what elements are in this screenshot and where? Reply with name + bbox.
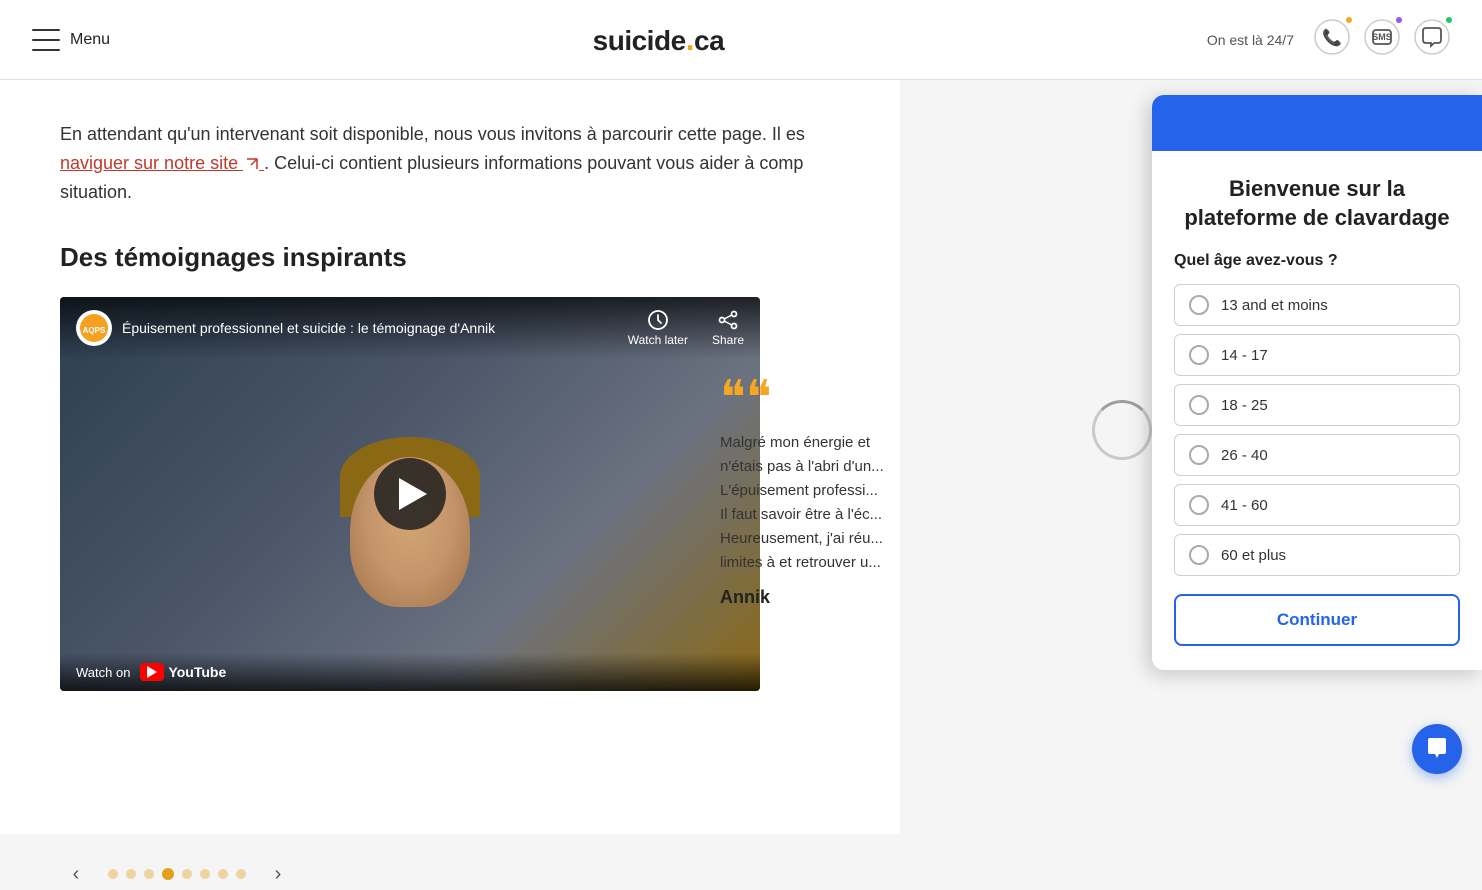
radio-label-2: 14 - 17 (1221, 347, 1268, 364)
share-label: Share (712, 333, 744, 347)
video-player[interactable]: AQPS Épuisement professionnel et suicide… (60, 297, 760, 691)
dot-2[interactable] (126, 869, 136, 879)
video-top-bar: AQPS Épuisement professionnel et suicide… (60, 297, 760, 359)
carousel-next-button[interactable]: › (262, 858, 294, 890)
share-icon (717, 309, 739, 331)
quote-marks: ❝❝ (720, 375, 1020, 423)
play-button[interactable] (374, 458, 446, 530)
intro-paragraph: En attendant qu'un intervenant soit disp… (60, 120, 840, 206)
phone-button[interactable]: 📞 (1314, 19, 1350, 60)
external-link-icon (245, 157, 259, 171)
radio-label-6: 60 et plus (1221, 547, 1286, 564)
dot-1[interactable] (108, 869, 118, 879)
age-option-1[interactable]: 13 and et moins (1174, 284, 1460, 326)
sms-badge (1394, 15, 1404, 25)
chat-badge (1444, 15, 1454, 25)
youtube-play-icon (147, 666, 157, 678)
testimonial-name: Annik (720, 587, 1020, 608)
intro-text-before-link: En attendant qu'un intervenant soit disp… (60, 124, 805, 144)
header-right: On est là 24/7 📞 SMS (1207, 19, 1450, 60)
youtube-label: YouTube (168, 664, 226, 680)
radio-label-4: 26 - 40 (1221, 447, 1268, 464)
age-option-2[interactable]: 14 - 17 (1174, 334, 1460, 376)
radio-label-5: 41 - 60 (1221, 497, 1268, 514)
age-option-6[interactable]: 60 et plus (1174, 534, 1460, 576)
site-logo[interactable]: suicide.ca (593, 21, 725, 58)
carousel-dots (108, 868, 246, 880)
dot-3[interactable] (144, 869, 154, 879)
radio-label-3: 18 - 25 (1221, 397, 1268, 414)
radio-circle-2 (1189, 345, 1209, 365)
chat-panel-header (1152, 95, 1482, 151)
chat-button[interactable] (1414, 19, 1450, 60)
dot-4[interactable] (162, 868, 174, 880)
phone-badge (1344, 15, 1354, 25)
header: Menu suicide.ca On est là 24/7 📞 SMS (0, 0, 1482, 80)
watch-on-text: Watch on (76, 665, 130, 680)
on-est-label: On est là 24/7 (1207, 32, 1294, 48)
chat-fab-button[interactable] (1412, 724, 1462, 774)
radio-label-1: 13 and et moins (1221, 297, 1328, 314)
video-title: Épuisement professionnel et suicide : le… (122, 320, 495, 336)
menu-icon (32, 29, 60, 51)
chat-icon (1414, 19, 1450, 55)
carousel: ‹ › (0, 858, 1482, 890)
continuer-button[interactable]: Continuer (1174, 594, 1460, 646)
svg-text:📞: 📞 (1322, 27, 1342, 47)
radio-circle-6 (1189, 545, 1209, 565)
navigate-link[interactable]: Watch later naviguer sur notre site (60, 153, 264, 173)
video-channel-info: AQPS Épuisement professionnel et suicide… (76, 310, 495, 346)
logo-domain: ca (694, 25, 724, 56)
svg-text:AQPS: AQPS (83, 326, 106, 335)
age-question: Quel âge avez-vous ? (1174, 252, 1460, 270)
sms-icon: SMS (1364, 19, 1400, 55)
menu-button[interactable]: Menu (32, 29, 110, 51)
section-title: Des témoignages inspirants (60, 242, 840, 273)
watch-later-label: Watch later (628, 333, 688, 347)
dot-6[interactable] (200, 869, 210, 879)
testimonial-block: ❝❝ Malgré mon énergie et n'étais pas à l… (720, 375, 1020, 608)
chat-panel-body: Bienvenue sur la plateforme de clavardag… (1152, 151, 1482, 670)
radio-circle-4 (1189, 445, 1209, 465)
video-actions: Watch later Share (628, 309, 744, 347)
aqps-logo: AQPS (80, 314, 108, 342)
svg-text:SMS: SMS (1372, 32, 1392, 42)
watch-later-button[interactable]: Watch later (628, 309, 688, 347)
chat-fab-icon (1424, 736, 1450, 762)
age-option-4[interactable]: 26 - 40 (1174, 434, 1460, 476)
play-triangle-icon (399, 478, 427, 510)
dot-5[interactable] (182, 869, 192, 879)
radio-circle-1 (1189, 295, 1209, 315)
logo-text: suicide (593, 25, 686, 56)
logo-dot: . (686, 21, 694, 57)
youtube-icon (140, 663, 164, 681)
youtube-logo[interactable]: YouTube (140, 663, 226, 681)
video-bottom-bar: Watch on YouTube (60, 653, 760, 691)
channel-logo: AQPS (76, 310, 112, 346)
sms-button[interactable]: SMS (1364, 19, 1400, 60)
menu-label: Menu (70, 31, 110, 49)
age-option-3[interactable]: 18 - 25 (1174, 384, 1460, 426)
decorative-circle (1092, 400, 1152, 460)
phone-icon: 📞 (1314, 19, 1350, 55)
dot-7[interactable] (218, 869, 228, 879)
dot-8[interactable] (236, 869, 246, 879)
testimonial-text: Malgré mon énergie et n'étais pas à l'ab… (720, 431, 1020, 575)
clock-icon (647, 309, 669, 331)
chat-panel-title: Bienvenue sur la plateforme de clavardag… (1174, 175, 1460, 232)
radio-circle-5 (1189, 495, 1209, 515)
age-option-5[interactable]: 41 - 60 (1174, 484, 1460, 526)
radio-circle-3 (1189, 395, 1209, 415)
contact-icons: 📞 SMS (1314, 19, 1450, 60)
carousel-prev-button[interactable]: ‹ (60, 858, 92, 890)
share-button[interactable]: Share (712, 309, 744, 347)
chat-panel: Bienvenue sur la plateforme de clavardag… (1152, 95, 1482, 670)
